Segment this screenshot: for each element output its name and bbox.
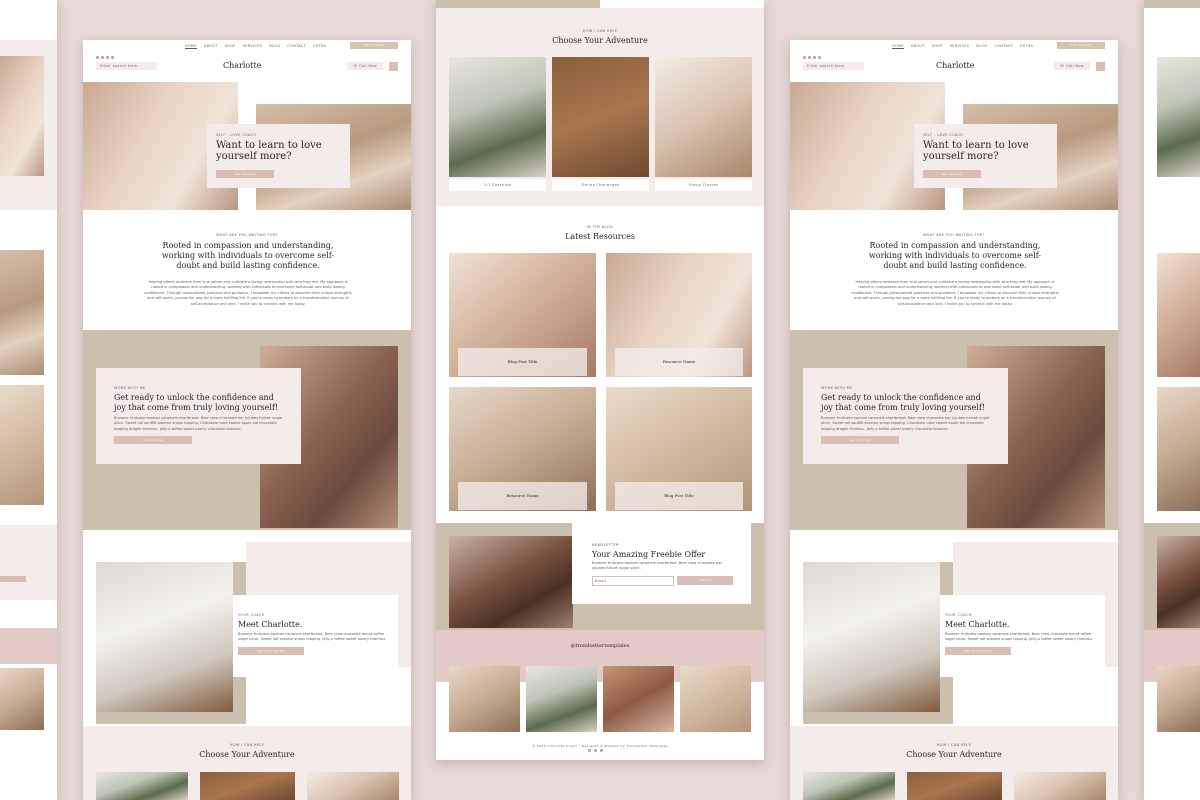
submit-button[interactable]: Submit [677,576,733,585]
pinterest-icon[interactable] [600,749,603,752]
nav-about[interactable]: ABOUT [204,44,218,48]
twitter-icon[interactable] [111,56,114,59]
meet-title: Meet Charlotte. [238,620,303,629]
homepage-mockup-2: HOW I CAN HELP Choose Your Adventure 1:1… [436,0,764,760]
instagram-photo-1[interactable] [449,666,520,732]
call-now-button[interactable]: ☏ Call Now [347,62,383,70]
social-icons [803,44,823,63]
instagram-icon[interactable] [96,56,99,59]
meet-button[interactable]: Get To Know Me [238,647,304,655]
instagram-photo [0,668,44,730]
hero-card: SELF - LOVE COACH Want to learn to love … [914,124,1057,188]
newsletter-card: NEWSLETTER Your Amazing Freebie Offer Br… [572,523,751,604]
site-logo[interactable]: Charlotte [936,61,974,70]
main-nav: HOME ABOUT SHOP SERVICES BLOG CONTACT EXTRA [185,44,333,48]
hero-photo-secondary [0,250,44,375]
hero-title: Want to learn to love yourself more? [216,140,322,162]
twitter-icon[interactable] [818,56,821,59]
offer-title: Get ready to unlock the confidence and j… [114,393,279,412]
adventure-item-coaching[interactable]: 1:1 Coaching [449,179,546,191]
instagram-icon[interactable] [803,56,806,59]
bag-icon[interactable] [1096,62,1105,71]
facebook-icon[interactable] [101,56,104,59]
site-logo[interactable]: Charlotte [223,61,261,70]
instagram-photo-3[interactable] [603,666,674,732]
pinterest-icon[interactable] [813,56,816,59]
hero-photo [0,56,44,176]
instagram-handle[interactable]: @trendsettertemplates [436,643,764,649]
offer-photo [0,385,44,505]
nav-home[interactable]: HOME [185,44,197,48]
resources-title: Latest Resources [565,232,635,241]
homepage-mockup-3: HOME ABOUT SHOP SERVICES BLOG CONTACT EXTRA Ge… [790,40,1118,800]
bag-icon[interactable] [389,62,398,71]
nav-get-started-button[interactable]: Get Started [350,42,398,49]
search-input[interactable]: Enter search term [96,62,157,70]
facebook-icon[interactable] [594,749,597,752]
adventure-photo-classes [655,57,752,177]
right-edge-mockup [1144,0,1200,800]
adventure-photo-coaching [449,57,546,177]
nav-shop[interactable]: SHOP [225,44,236,48]
offer-button[interactable]: Get Started [114,436,192,444]
hero-button[interactable]: Get Started [216,170,274,178]
nav-services[interactable]: SERVICES [243,44,263,48]
main-nav: HOME ABOUT SHOP SERVICES BLOG CONTACT EXTRA [892,44,1034,48]
newsletter-photo [449,536,573,628]
newsletter-title: Your Amazing Freebie Offer [592,550,706,559]
offer-button[interactable]: Get Started [821,436,899,444]
instagram-icon[interactable] [588,749,591,752]
search-input[interactable]: Enter search term [803,62,864,70]
intro-title: Rooted in compassion and understanding, … [161,241,335,270]
pinterest-icon[interactable] [106,56,109,59]
intro-body: Helping others embrace their true selves… [144,280,352,306]
hero-button[interactable]: Get Started [923,170,981,178]
adventure-photo-challenges [552,57,649,177]
social-icons [96,44,116,63]
nav-contact[interactable]: CONTACT [287,44,306,48]
instagram-photo-2[interactable] [526,666,597,732]
facebook-icon[interactable] [808,56,811,59]
instagram-photo-4[interactable] [680,666,751,732]
coach-photo [96,562,233,712]
adventure-item-classes[interactable]: Group Classes [655,179,752,191]
footer-copyright: © 2025 Charlotte Coach | Designed & Webs… [531,744,669,748]
email-field[interactable]: Email [592,576,674,586]
nav-blog[interactable]: BLOG [269,44,280,48]
adventure-item-challenges[interactable]: Online Challenges [552,179,649,191]
meet-button[interactable]: Get To Know Me [945,647,1011,655]
adventure-title: Choose Your Adventure [199,750,295,759]
adventure-title: Choose Your Adventure [552,36,648,45]
hero-card: SELF - LOVE COACH Want to learn to love … [207,124,350,188]
homepage-mockup-1: HOME ABOUT SHOP SERVICES BLOG CONTACT EXTRA Ge… [83,40,411,800]
left-edge-mockup [0,0,57,800]
nav-extra[interactable]: EXTRA [313,44,326,48]
nav-get-started-button[interactable]: Get Started [1057,42,1105,49]
call-now-button[interactable]: ☏ Call Now [1054,62,1090,70]
offer-card: WORK WITH ME Get ready to unlock the con… [96,368,301,464]
offer-card: WORK WITH ME Get ready to unlock the con… [803,368,1008,464]
